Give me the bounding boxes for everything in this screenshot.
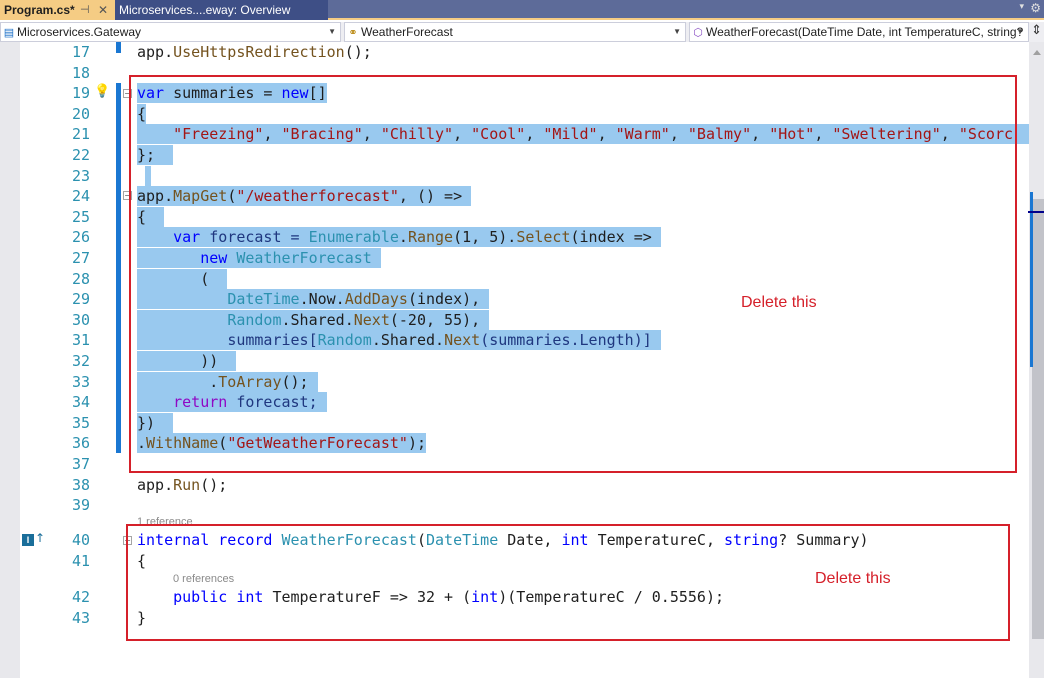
project-icon: ▤ — [3, 27, 15, 39]
type-name: WeatherForecast — [361, 25, 453, 39]
line-number: 36 — [71, 434, 90, 453]
navigation-bar: ▤ Microservices.Gateway ▼ ⚭ WeatherForecas… — [0, 22, 1044, 42]
line-number: 42 — [71, 588, 90, 606]
annotation-label: Delete this — [741, 294, 817, 311]
line-number: 21 — [71, 125, 90, 144]
line-number: 28 — [71, 269, 90, 288]
line-number: 26 — [71, 228, 90, 247]
member-name: WeatherForecast(DateTime Date, int Tempe… — [706, 25, 1024, 39]
code-editor[interactable]: 💡 − − − I ↑ 17 app.UseHttpsRedirection()… — [0, 42, 1044, 678]
line-number: 34 — [71, 393, 90, 412]
project-dropdown[interactable]: ▤ Microservices.Gateway ▼ — [0, 22, 341, 42]
line-number: 35 — [71, 413, 90, 432]
annotation-label: Delete this — [815, 570, 891, 587]
method-icon: ⬡ — [693, 27, 703, 39]
token: app. — [137, 43, 174, 61]
chevron-down-icon: ▼ — [1016, 27, 1024, 36]
code-line: 17 app.UseHttpsRedirection(); — [0, 42, 1030, 63]
line-number: 43 — [71, 608, 90, 627]
line-number: 17 — [71, 43, 90, 61]
gear-icon[interactable]: ⚙ — [1030, 1, 1041, 15]
line-number: 33 — [71, 372, 90, 391]
chevron-down-icon: ▼ — [673, 27, 681, 36]
type-dropdown[interactable]: ⚭ WeatherForecast ▼ — [344, 22, 686, 42]
token: Run — [173, 475, 201, 494]
scrollbar-caret-marker — [1028, 211, 1044, 213]
line-number: 41 — [71, 551, 90, 570]
code-text: app.UseHttpsRedirection(); — [137, 42, 372, 62]
token: (); — [200, 475, 228, 494]
line-number: 19 — [71, 84, 90, 103]
line-number: 22 — [71, 146, 90, 164]
pin-icon[interactable]: ⊣ — [80, 0, 90, 20]
split-window-icon[interactable]: ⇕ — [1031, 23, 1042, 38]
close-icon[interactable]: ✕ — [98, 0, 108, 20]
line-number: 40 — [71, 531, 90, 549]
line-number: 24 — [71, 187, 90, 206]
line-number: 32 — [71, 352, 90, 370]
line-number: 30 — [71, 310, 90, 329]
line-number: 39 — [71, 496, 90, 515]
scrollbar-change-marker — [1030, 192, 1033, 367]
line-number: 23 — [71, 166, 90, 185]
chevron-down-icon: ▼ — [328, 27, 336, 36]
code-line: 39 — [0, 495, 1030, 516]
tab-overview[interactable]: Microservices....eway: Overview — [115, 0, 328, 20]
line-number: 25 — [71, 207, 90, 226]
tab-label: Microservices....eway: Overview — [119, 3, 291, 17]
line-number: 38 — [71, 475, 90, 494]
scrollbar-thumb[interactable] — [1032, 199, 1044, 639]
token: (); — [344, 43, 372, 61]
class-icon: ⚭ — [348, 27, 358, 39]
line-number: 27 — [71, 249, 90, 267]
token: UseHttpsRedirection — [173, 43, 345, 61]
project-name: Microservices.Gateway — [17, 25, 142, 39]
line-number: 18 — [71, 63, 90, 82]
annotation-box — [129, 75, 1017, 473]
member-dropdown[interactable]: ⬡ WeatherForecast(DateTime Date, int Temp… — [689, 22, 1029, 42]
tab-program-cs[interactable]: Program.cs* ⊣ ✕ — [0, 0, 115, 20]
token: app. — [137, 475, 174, 494]
line-number: 20 — [71, 104, 90, 123]
code-line: 38 app.Run(); — [0, 475, 1030, 496]
line-number: 31 — [71, 331, 90, 350]
line-number: 29 — [71, 290, 90, 309]
code-text: app.Run(); — [137, 475, 227, 495]
line-number: 37 — [71, 455, 90, 473]
scroll-up-icon[interactable] — [1033, 50, 1041, 55]
tab-list-dropdown-icon[interactable]: ▾ — [1019, 2, 1024, 12]
tab-label: Program.cs* — [4, 3, 75, 17]
document-tab-strip: Program.cs* ⊣ ✕ Microservices....eway: O… — [0, 0, 1044, 20]
